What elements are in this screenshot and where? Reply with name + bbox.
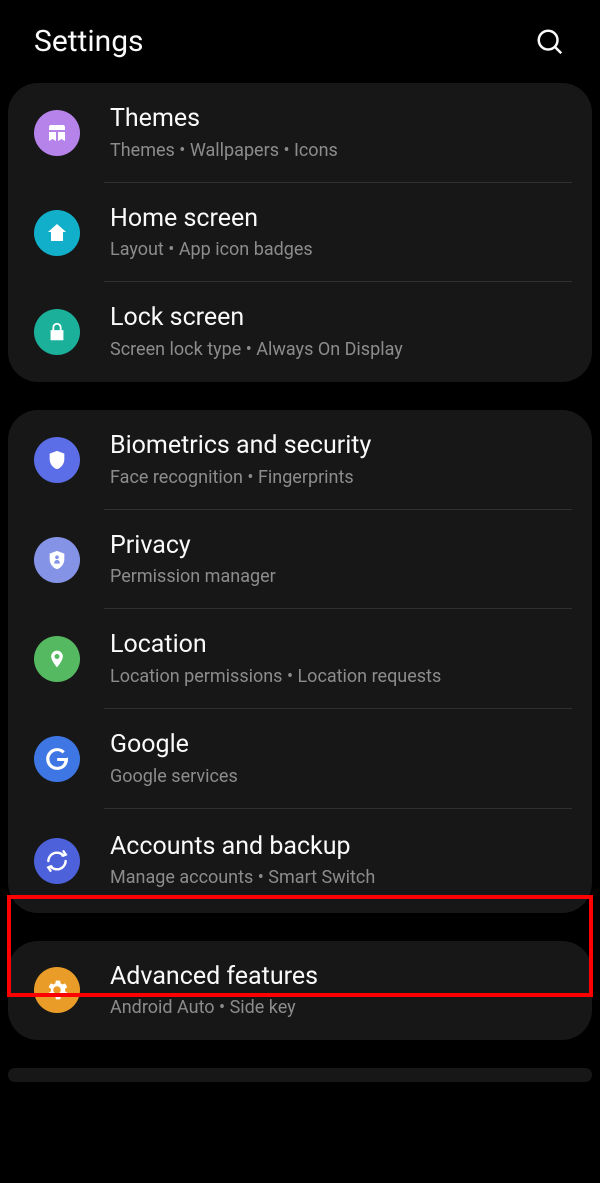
gear-icon xyxy=(34,967,80,1013)
item-subtitle: Face recognition • Fingerprints xyxy=(110,465,371,490)
item-subtitle: Google services xyxy=(110,764,238,789)
settings-group-partial xyxy=(8,1068,592,1082)
text-column: Privacy Permission manager xyxy=(110,530,276,590)
settings-group: Biometrics and security Face recognition… xyxy=(8,410,592,912)
item-subtitle: Layout • App icon badges xyxy=(110,237,313,262)
text-column: Accounts and backup Manage accounts • Sm… xyxy=(110,831,375,891)
settings-item-location[interactable]: Location Location permissions • Location… xyxy=(8,609,592,709)
text-column: Location Location permissions • Location… xyxy=(110,629,441,689)
settings-item-themes[interactable]: Themes Themes • Wallpapers • Icons xyxy=(8,83,592,183)
settings-group: Themes Themes • Wallpapers • Icons Home … xyxy=(8,83,592,382)
item-subtitle: Permission manager xyxy=(110,564,276,589)
item-title: Home screen xyxy=(110,203,313,236)
item-title: Advanced features xyxy=(110,961,318,994)
item-subtitle: Location permissions • Location requests xyxy=(110,664,441,689)
item-title: Privacy xyxy=(110,530,276,563)
location-pin-icon xyxy=(34,636,80,682)
settings-item-advanced-features[interactable]: Advanced features Android Auto • Side ke… xyxy=(8,941,592,1041)
text-column: Lock screen Screen lock type • Always On… xyxy=(110,302,403,362)
settings-item-privacy[interactable]: Privacy Permission manager xyxy=(8,510,592,610)
item-title: Location xyxy=(110,629,441,662)
search-icon xyxy=(535,27,565,57)
settings-group: Advanced features Android Auto • Side ke… xyxy=(8,941,592,1041)
item-title: Accounts and backup xyxy=(110,831,375,864)
header: Settings xyxy=(0,0,600,83)
text-column: Home screen Layout • App icon badges xyxy=(110,203,313,263)
home-icon xyxy=(34,210,80,256)
item-subtitle: Screen lock type • Always On Display xyxy=(110,337,403,362)
text-column: Advanced features Android Auto • Side ke… xyxy=(110,961,318,1021)
item-subtitle: Manage accounts • Smart Switch xyxy=(110,865,375,890)
themes-icon xyxy=(34,110,80,156)
text-column: Themes Themes • Wallpapers • Icons xyxy=(110,103,338,163)
item-subtitle: Themes • Wallpapers • Icons xyxy=(110,138,338,163)
lock-icon xyxy=(34,309,80,355)
item-title: Biometrics and security xyxy=(110,430,371,463)
item-title: Google xyxy=(110,729,238,762)
sync-icon xyxy=(34,838,80,884)
settings-item-home-screen[interactable]: Home screen Layout • App icon badges xyxy=(8,183,592,283)
settings-item-google[interactable]: Google Google services xyxy=(8,709,592,809)
shield-icon xyxy=(34,437,80,483)
text-column: Biometrics and security Face recognition… xyxy=(110,430,371,490)
google-icon xyxy=(34,736,80,782)
page-title: Settings xyxy=(34,24,144,59)
privacy-shield-icon xyxy=(34,537,80,583)
search-button[interactable] xyxy=(534,26,566,58)
settings-item-lock-screen[interactable]: Lock screen Screen lock type • Always On… xyxy=(8,282,592,382)
item-title: Themes xyxy=(110,103,338,136)
settings-item-accounts-backup[interactable]: Accounts and backup Manage accounts • Sm… xyxy=(8,809,592,913)
item-title: Lock screen xyxy=(110,302,403,335)
item-subtitle: Android Auto • Side key xyxy=(110,995,318,1020)
settings-item-biometrics[interactable]: Biometrics and security Face recognition… xyxy=(8,410,592,510)
text-column: Google Google services xyxy=(110,729,238,789)
